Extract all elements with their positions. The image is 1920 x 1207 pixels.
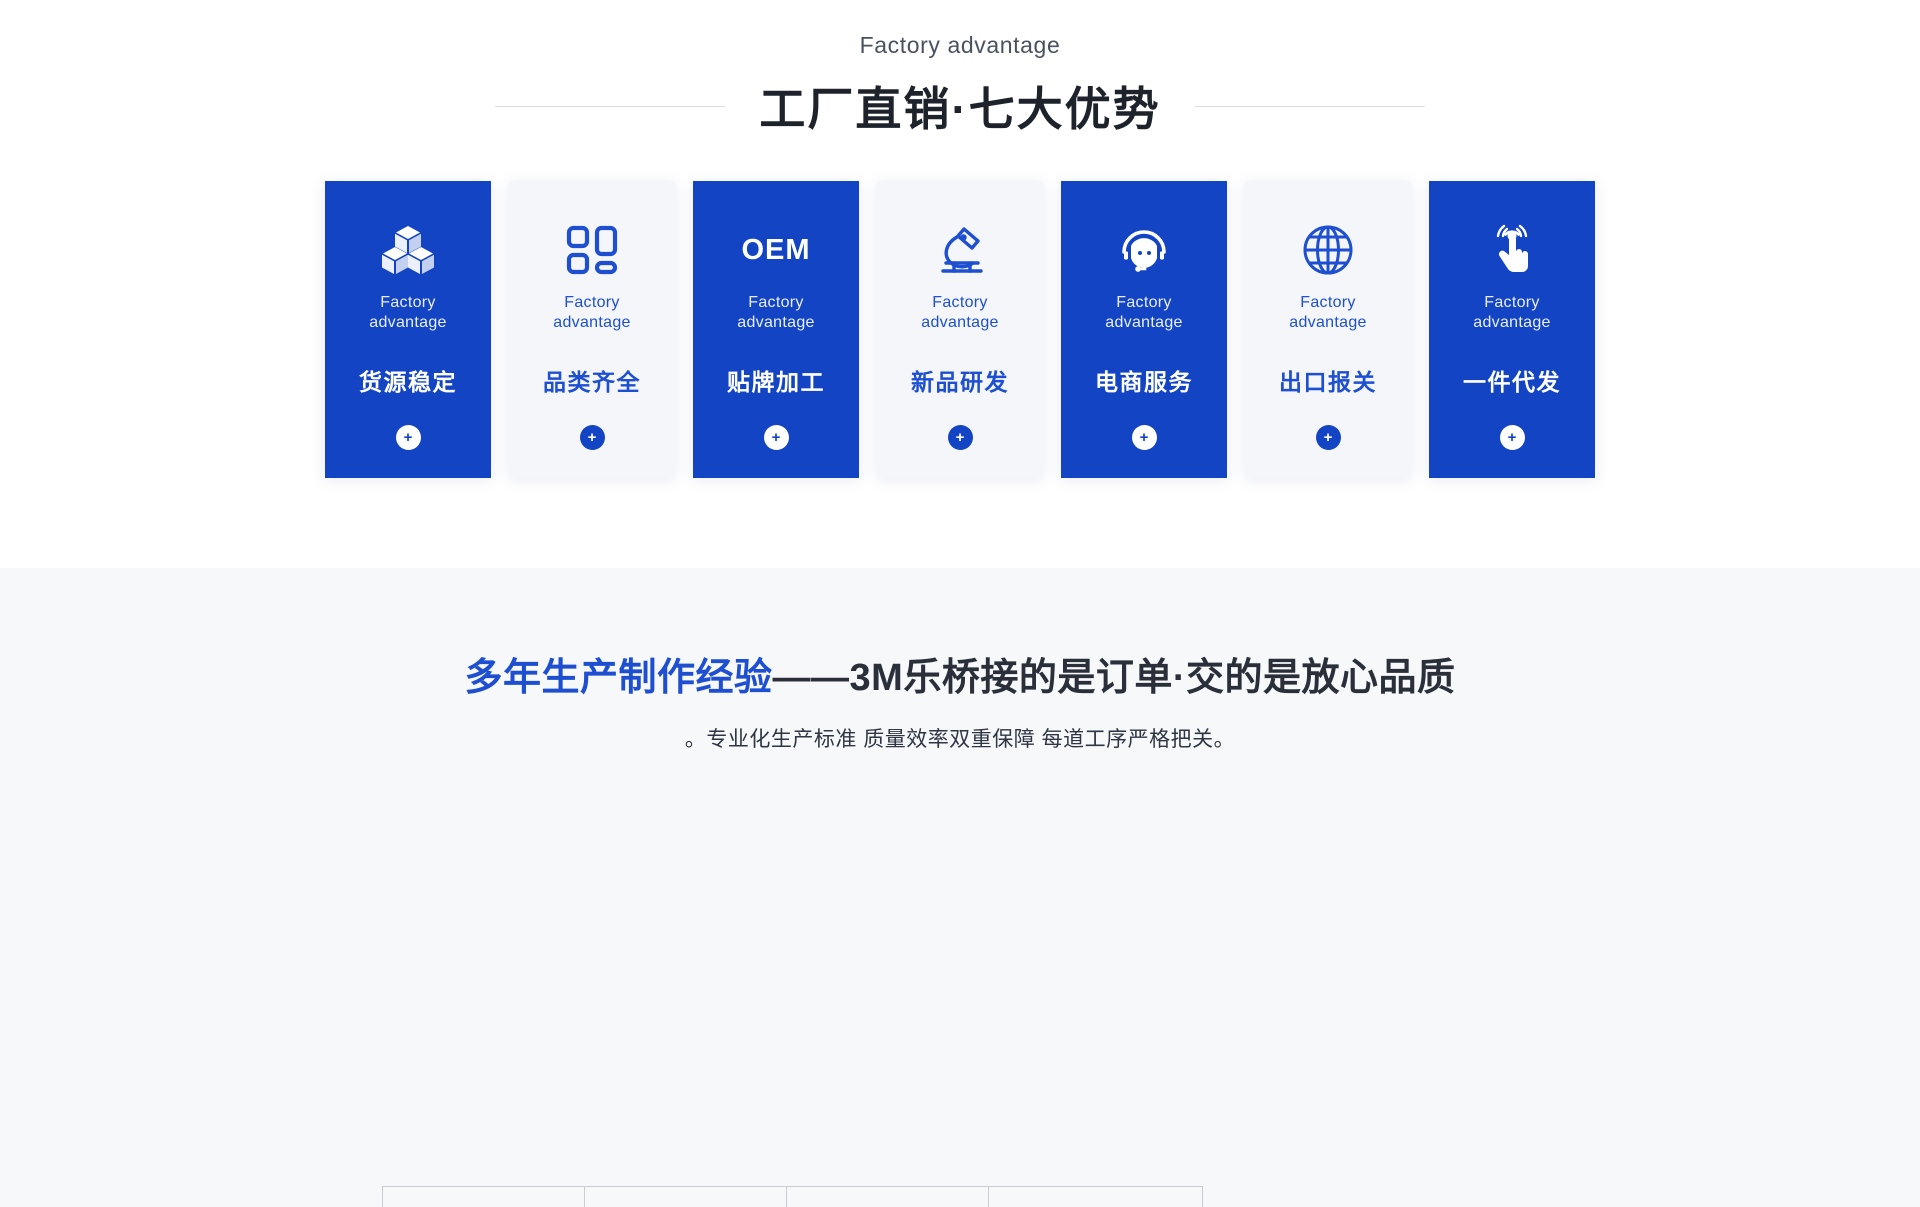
advantage-card-list: Factory advantage 货源稳定 + Factory advantage… xyxy=(0,181,1920,478)
experience-subtitle: 。专业化生产标准 质量效率双重保障 每道工序严格把关。 xyxy=(684,728,1236,751)
advantage-card-title: 货源稳定 xyxy=(359,369,457,395)
advantage-card-en-label: Factory advantage xyxy=(553,294,631,331)
experience-heading: 多年生产制作经验——3M乐桥接的是订单·交的是放心品质 。专业化生产标准 质量效… xyxy=(0,568,1920,753)
globe-icon xyxy=(1302,211,1354,289)
title-rule-right xyxy=(1194,105,1425,107)
expand-plus-button[interactable]: + xyxy=(763,425,789,450)
expand-plus-button[interactable]: + xyxy=(579,425,605,450)
page-title: 工厂直销·七大优势 xyxy=(759,83,1161,135)
connector-vertical-4 xyxy=(988,1186,989,1207)
expand-plus-button[interactable]: + xyxy=(395,425,421,450)
advantage-card-en-label: Factory advantage xyxy=(1289,294,1367,331)
connector-vertical-1 xyxy=(382,1186,383,1207)
oem-icon-text: OEM xyxy=(741,233,811,266)
advantage-card-title: 电商服务 xyxy=(1095,369,1193,395)
advantage-card-title: 品类齐全 xyxy=(543,369,641,395)
expand-plus-button[interactable]: + xyxy=(1315,425,1341,450)
experience-title-highlight: 多年生产制作经验 xyxy=(464,657,773,699)
section-eyebrow: Factory advantage xyxy=(859,32,1061,58)
advantage-card-export-customs[interactable]: Factory advantage 出口报关 + xyxy=(1245,181,1411,478)
expand-plus-button[interactable]: + xyxy=(1131,425,1157,450)
connector-horizontal xyxy=(382,1186,1202,1187)
microscope-icon xyxy=(933,211,987,289)
advantage-card-title: 贴牌加工 xyxy=(727,369,825,395)
advantage-card-dropshipping[interactable]: Factory advantage 一件代发 + xyxy=(1429,181,1595,478)
connector-vertical-2 xyxy=(584,1186,585,1207)
advantage-card-stable-supply[interactable]: Factory advantage 货源稳定 + xyxy=(325,181,491,478)
advantage-card-en-label: Factory advantage xyxy=(1473,294,1551,331)
title-rule-left xyxy=(495,105,726,107)
tap-touch-icon xyxy=(1486,211,1538,289)
section-title-row: 工厂直销·七大优势 xyxy=(0,73,1920,139)
advantage-card-new-product-rnd[interactable]: Factory advantage 新品研发 + xyxy=(877,181,1043,478)
advantage-card-title: 出口报关 xyxy=(1279,369,1377,395)
connector-vertical-3 xyxy=(786,1186,787,1207)
advantage-card-en-label: Factory advantage xyxy=(737,294,815,331)
production-experience-section: 多年生产制作经验——3M乐桥接的是订单·交的是放心品质 。专业化生产标准 质量效… xyxy=(0,568,1920,1207)
grid-icon xyxy=(566,211,618,289)
factory-advantage-section: Factory advantage 工厂直销·七大优势 Factory adva… xyxy=(0,0,1920,568)
advantage-card-title: 新品研发 xyxy=(911,369,1009,395)
advantage-card-ecommerce-service[interactable]: Factory advantage 电商服务 + xyxy=(1061,181,1227,478)
process-connector-lines xyxy=(0,1186,1920,1207)
headset-support-icon xyxy=(1117,211,1171,289)
expand-plus-button[interactable]: + xyxy=(1499,425,1525,450)
experience-title: 多年生产制作经验——3M乐桥接的是订单·交的是放心品质 xyxy=(0,646,1920,701)
experience-title-rest: ——3M乐桥接的是订单·交的是放心品质 xyxy=(772,657,1456,699)
oem-icon: OEM xyxy=(741,211,810,289)
boxes-icon xyxy=(379,211,437,289)
section-heading: Factory advantage 工厂直销·七大优势 xyxy=(0,0,1920,139)
advantage-card-en-label: Factory advantage xyxy=(369,294,447,331)
expand-plus-button[interactable]: + xyxy=(947,425,973,450)
advantage-card-en-label: Factory advantage xyxy=(921,294,999,331)
advantage-card-oem[interactable]: OEM Factory advantage 贴牌加工 + xyxy=(693,181,859,478)
advantage-card-en-label: Factory advantage xyxy=(1105,294,1183,331)
advantage-card-title: 一件代发 xyxy=(1463,369,1561,395)
advantage-card-full-category[interactable]: Factory advantage 品类齐全 + xyxy=(509,181,675,478)
connector-vertical-5 xyxy=(1202,1186,1203,1207)
